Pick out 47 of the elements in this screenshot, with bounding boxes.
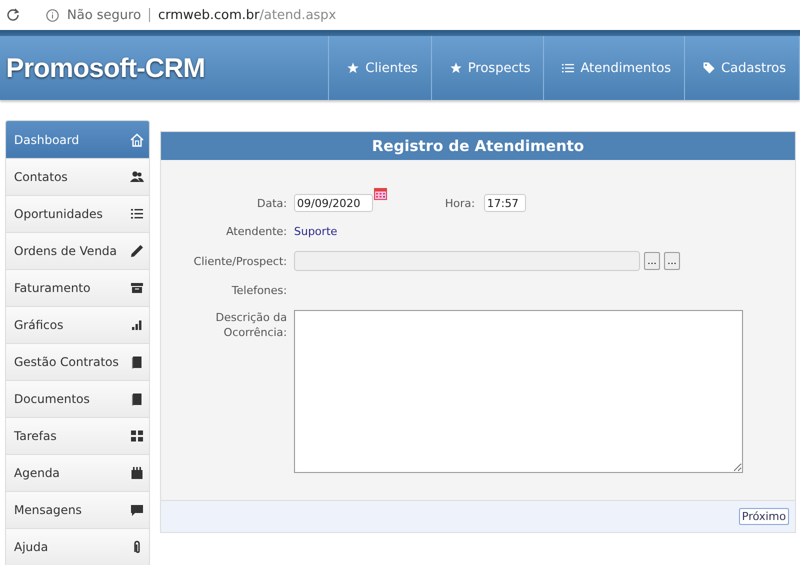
grid-icon bbox=[130, 429, 144, 443]
book-icon bbox=[130, 355, 144, 369]
book-icon bbox=[130, 392, 144, 406]
calendar-icon[interactable] bbox=[374, 188, 387, 200]
security-label: Não seguro bbox=[67, 8, 142, 22]
date-field[interactable]: 09/09/2020 bbox=[294, 194, 373, 212]
field-label: Hora: bbox=[445, 196, 475, 210]
users-icon bbox=[130, 170, 144, 184]
sidebar-item[interactable]: Oportunidades bbox=[6, 195, 149, 232]
tag-icon bbox=[703, 62, 716, 74]
address-bar[interactable]: Não seguro crmweb.com.br/atend.aspx bbox=[36, 2, 800, 28]
agent-value: Suporte bbox=[294, 225, 338, 238]
home-icon bbox=[130, 132, 144, 146]
field-label: Descrição da Ocorrência: bbox=[214, 310, 287, 340]
time-field[interactable]: 17:57 bbox=[484, 194, 526, 212]
sidebar-item[interactable]: Dashboard bbox=[6, 121, 149, 158]
field-label: Telefones: bbox=[230, 284, 287, 297]
star-icon bbox=[347, 62, 360, 74]
field-label: Data: bbox=[256, 196, 287, 210]
bar-chart-icon bbox=[130, 318, 144, 332]
reload-icon[interactable] bbox=[6, 8, 20, 22]
sidebar-item[interactable]: Faturamento bbox=[6, 269, 149, 306]
sidebar-item[interactable]: Agenda bbox=[6, 454, 149, 491]
sidebar-item[interactable]: Gestão Contratos bbox=[6, 343, 149, 380]
url-text: crmweb.com.br/atend.aspx bbox=[158, 8, 336, 22]
star-icon bbox=[450, 62, 462, 74]
sidebar-item[interactable]: Mensagens bbox=[6, 491, 149, 528]
field-label: Atendente: bbox=[225, 225, 287, 238]
lookup-button[interactable]: ... bbox=[644, 252, 660, 270]
description-field[interactable] bbox=[294, 310, 743, 473]
comment-icon bbox=[130, 503, 144, 517]
calendar-icon bbox=[130, 466, 144, 480]
sidebar-item[interactable]: Contatos bbox=[6, 158, 149, 195]
sidebar-item[interactable]: Tarefas bbox=[6, 417, 149, 454]
sidebar-item[interactable]: Ordens de Venda bbox=[6, 232, 149, 269]
field-label: Cliente/Prospect: bbox=[192, 254, 287, 268]
panel-title: Registro de Atendimento bbox=[161, 132, 795, 160]
list-icon bbox=[562, 62, 574, 74]
next-button[interactable]: Próximo bbox=[738, 508, 789, 525]
list-icon bbox=[130, 207, 144, 221]
sidebar-item[interactable]: Documentos bbox=[6, 380, 149, 417]
sidebar-item[interactable]: Ajuda bbox=[6, 528, 149, 565]
lookup-button[interactable]: ... bbox=[664, 252, 680, 270]
info-icon bbox=[46, 8, 59, 22]
archive-icon bbox=[130, 281, 144, 295]
sidebar-item[interactable]: Gráficos bbox=[6, 306, 149, 343]
pencil-icon bbox=[130, 244, 144, 258]
